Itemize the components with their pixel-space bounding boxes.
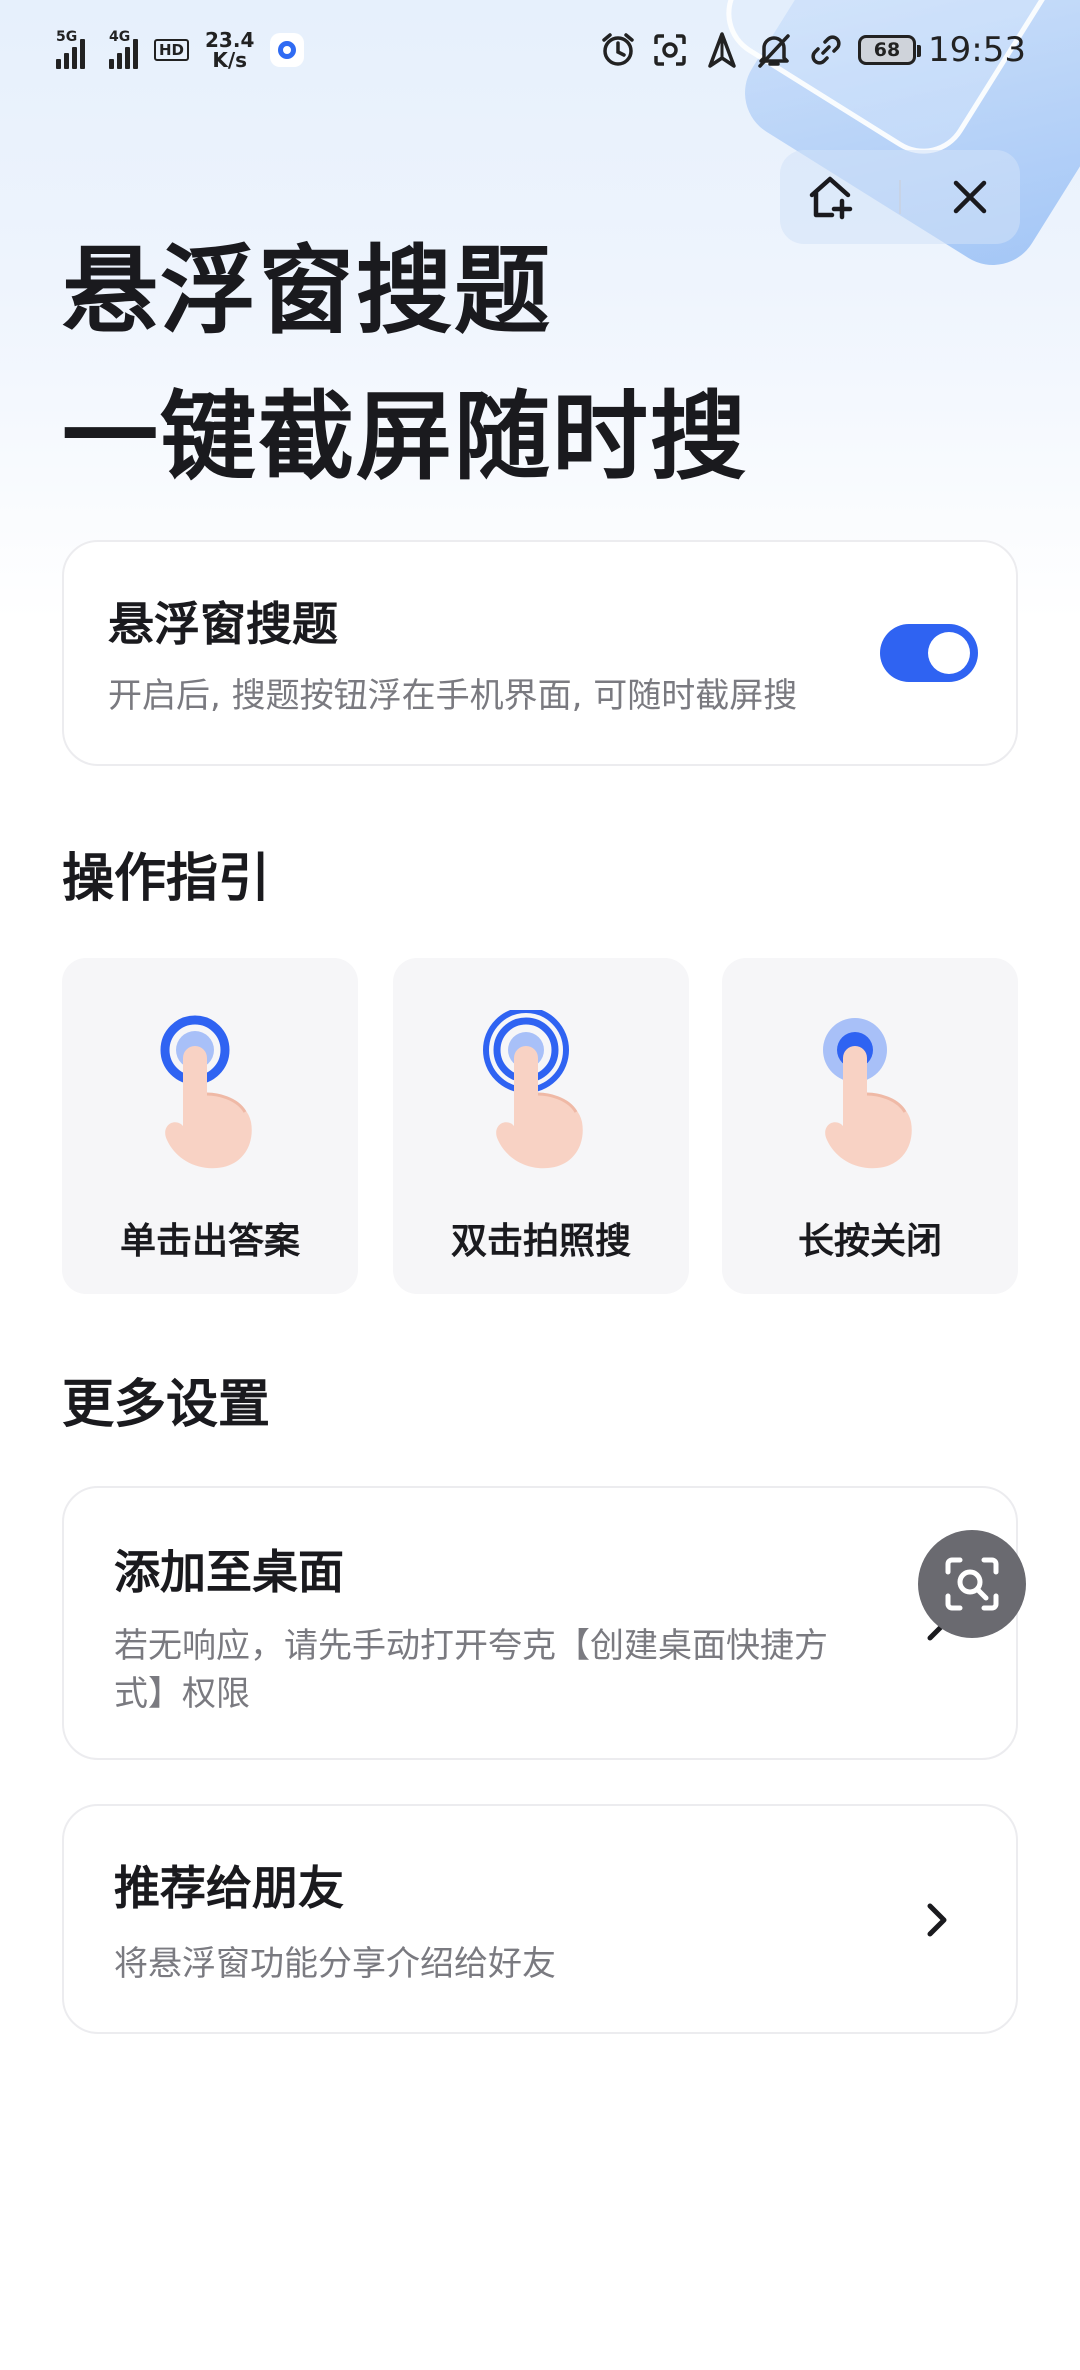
- navigation-arrow-icon: [702, 30, 742, 70]
- guide-item-long-press: 长按关闭: [722, 958, 1018, 1294]
- chevron-right-icon: [927, 1903, 947, 1937]
- more-settings-title: 更多设置: [62, 1375, 271, 1435]
- status-bar-right: 68 19:53: [598, 30, 1026, 70]
- close-button[interactable]: [940, 167, 1000, 227]
- recommend-description: 将悬浮窗功能分享介绍给好友: [114, 1944, 556, 1984]
- floating-window-toggle-card: 悬浮窗搜题 开启后, 搜题按钮浮在手机界面, 可随时截屏搜: [62, 540, 1018, 766]
- pill-divider: [898, 180, 901, 214]
- floating-screenshot-search-button[interactable]: [918, 1530, 1026, 1638]
- add-to-desktop-item[interactable]: 添加至桌面 若无响应，请先手动打开夸克【创建桌面快捷方 式】权限: [62, 1486, 1018, 1760]
- screenshot-search-icon: [945, 1557, 999, 1611]
- mute-bell-icon: [754, 30, 794, 70]
- top-action-pill: [780, 150, 1020, 244]
- guide-label-long-press: 长按关闭: [797, 1221, 942, 1262]
- toggle-knob: [928, 632, 970, 674]
- hero-title: 悬浮窗搜题 一键截屏随时搜: [62, 218, 748, 510]
- hd-voice-icon: HD: [154, 39, 190, 61]
- guide-label-double-tap: 双击拍照搜: [450, 1221, 631, 1262]
- status-bar-left: 5G 4G HD 23.4 K/s: [56, 28, 305, 72]
- guide-label-single-tap: 单击出答案: [119, 1221, 300, 1262]
- guide-item-single-tap: 单击出答案: [62, 958, 358, 1294]
- signal-5g-icon: 5G: [56, 29, 85, 69]
- guide-item-double-tap: 双击拍照搜: [393, 958, 689, 1294]
- add-to-home-button[interactable]: [800, 167, 860, 227]
- hero-title-line-1: 悬浮窗搜题: [62, 235, 552, 347]
- signal-4g-icon: 4G: [109, 29, 138, 69]
- double-tap-hand-icon: [483, 1010, 583, 1169]
- network-speed: 23.4 K/s: [205, 28, 255, 72]
- add-to-home-icon: [809, 176, 852, 220]
- recommend-to-friend-item[interactable]: 推荐给朋友 将悬浮窗功能分享介绍给好友: [62, 1804, 1018, 2034]
- battery-icon: 68: [858, 35, 922, 65]
- long-press-hand-icon: [823, 1018, 912, 1169]
- recommend-title: 推荐给朋友: [114, 1861, 344, 1915]
- add-to-desktop-description: 若无响应，请先手动打开夸克【创建桌面快捷方 式】权限: [114, 1626, 828, 1714]
- floating-window-toggle[interactable]: [880, 624, 978, 682]
- close-icon: [954, 180, 987, 214]
- link-icon: [806, 30, 846, 70]
- guide-section-title: 操作指引: [62, 849, 271, 909]
- toggle-card-title: 悬浮窗搜题: [108, 597, 338, 651]
- add-to-desktop-title: 添加至桌面: [114, 1545, 344, 1599]
- app-notification-icon: [270, 33, 305, 67]
- tap-hand-icon: [160, 1015, 252, 1169]
- screen-capture-icon: [650, 30, 690, 70]
- status-bar: 5G 4G HD 23.4 K/s 68 19:53: [0, 0, 1080, 110]
- clock-time: 19:53: [928, 30, 1026, 70]
- toggle-card-description: 开启后, 搜题按钮浮在手机界面, 可随时截屏搜: [108, 676, 798, 716]
- hero-title-line-2: 一键截屏随时搜: [62, 381, 748, 493]
- alarm-icon: [598, 30, 638, 70]
